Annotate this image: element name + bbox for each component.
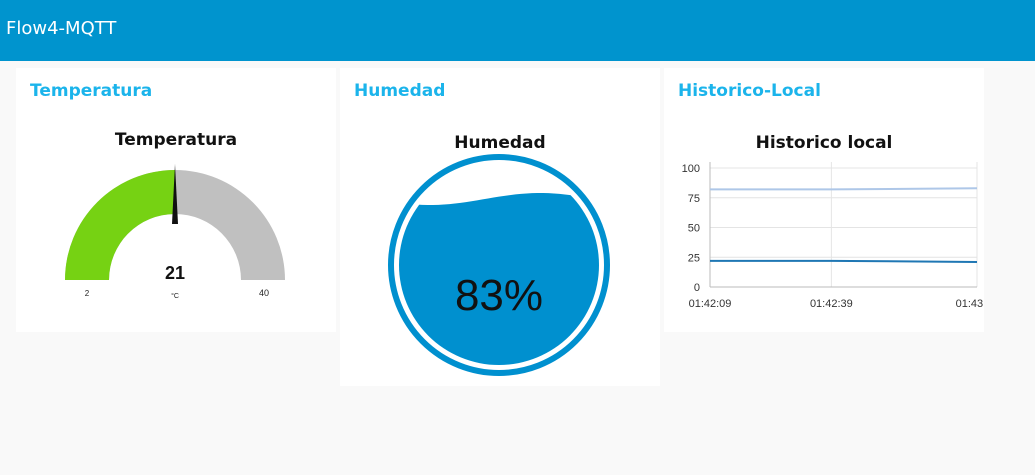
top-toolbar: Flow4-MQTT	[0, 0, 1035, 61]
x-tick-label: 01:43:15	[956, 298, 984, 310]
y-tick-label: 100	[682, 163, 700, 175]
app-title: Flow4-MQTT	[6, 18, 117, 39]
humidity-value: 83%	[455, 271, 543, 320]
y-tick-label: 0	[694, 282, 700, 294]
gauge-max-label: 40	[259, 288, 269, 298]
temperature-card: Temperatura Temperatura 21 °C 2 40	[16, 68, 336, 332]
series-line-0	[710, 187, 978, 191]
series-line-1	[710, 259, 978, 264]
gauge-min-label: 2	[85, 289, 90, 298]
y-tick-label: 75	[688, 193, 700, 205]
y-tick-label: 25	[688, 252, 700, 264]
x-tick-label: 01:42:09	[689, 298, 732, 310]
history-card: Historico-Local Historico local 0 25 50 75 1…	[664, 68, 984, 332]
x-tick-label: 01:42:39	[810, 298, 853, 310]
y-tick-label: 50	[688, 223, 700, 235]
gauge-units: °C	[171, 292, 179, 300]
humidity-liquid-gauge: 83%	[388, 154, 610, 376]
gauge-value: 21	[165, 263, 185, 283]
temperature-gauge: 21 °C 2 40	[65, 164, 285, 300]
gauge-fill	[65, 170, 175, 280]
history-chart: 0 25 50 75 100 01:42:09 01:42:39 01:43:15	[682, 162, 984, 310]
humidity-card: Humedad Humedad 83%	[340, 68, 660, 386]
